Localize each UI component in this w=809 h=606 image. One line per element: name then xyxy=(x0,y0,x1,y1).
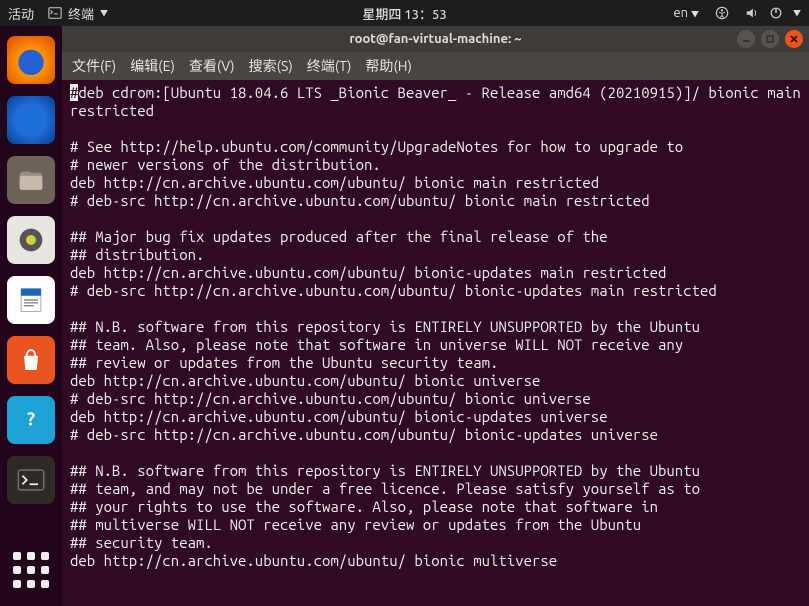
document-icon xyxy=(14,283,48,317)
terminal-window: root@fan-virtual-machine: ~ 文件(F) 编辑(E) … xyxy=(62,26,809,606)
maximize-button[interactable] xyxy=(761,30,779,48)
menu-terminal[interactable]: 终端(T) xyxy=(307,56,352,76)
accessibility-icon[interactable] xyxy=(715,6,729,20)
clock[interactable]: 星期四 13：53 xyxy=(362,4,446,23)
app-indicator[interactable]: 终端 ▼ xyxy=(48,4,108,23)
dock-files[interactable] xyxy=(7,156,55,204)
terminal-viewport[interactable]: #deb cdrom:[Ubuntu 18.04.6 LTS _Bionic B… xyxy=(62,80,809,606)
speaker-icon xyxy=(14,223,48,257)
dock-software[interactable] xyxy=(7,336,55,384)
menu-search[interactable]: 搜索(S) xyxy=(249,56,293,76)
app-indicator-label: 终端 xyxy=(68,4,94,23)
terminal-icon xyxy=(14,463,48,497)
dock-terminal[interactable] xyxy=(7,456,55,504)
window-titlebar[interactable]: root@fan-virtual-machine: ~ xyxy=(62,26,809,52)
files-icon xyxy=(14,163,48,197)
terminal-menubar: 文件(F) 编辑(E) 查看(V) 搜索(S) 终端(T) 帮助(H) xyxy=(62,52,809,80)
menu-file[interactable]: 文件(F) xyxy=(72,56,116,76)
minimize-button[interactable] xyxy=(737,30,755,48)
terminal-icon xyxy=(48,6,62,20)
window-title: root@fan-virtual-machine: ~ xyxy=(349,32,521,46)
svg-text:?: ? xyxy=(27,410,35,430)
help-icon: ? xyxy=(14,403,48,437)
dock-thunderbird[interactable] xyxy=(7,96,55,144)
gnome-topbar: 活动 终端 ▼ 星期四 13：53 en ▼ ▼ xyxy=(0,0,809,26)
chevron-down-icon: ▼ xyxy=(793,8,801,19)
system-menu[interactable]: ▼ xyxy=(745,6,801,20)
menu-view[interactable]: 查看(V) xyxy=(189,56,235,76)
dock-help[interactable]: ? xyxy=(7,396,55,444)
terminal-content: deb cdrom:[Ubuntu 18.04.6 LTS _Bionic Be… xyxy=(70,84,809,569)
activities-button[interactable]: 活动 xyxy=(8,4,34,23)
dock-writer[interactable] xyxy=(7,276,55,324)
menu-edit[interactable]: 编辑(E) xyxy=(130,56,175,76)
dock-firefox[interactable] xyxy=(7,36,55,84)
close-button[interactable] xyxy=(785,30,803,48)
menu-help[interactable]: 帮助(H) xyxy=(365,56,412,76)
show-applications-button[interactable] xyxy=(7,546,55,594)
dock: ? xyxy=(0,26,62,606)
chevron-down-icon: ▼ xyxy=(691,10,699,19)
power-icon xyxy=(769,6,783,20)
shopping-bag-icon xyxy=(14,343,48,377)
chevron-down-icon: ▼ xyxy=(100,8,108,19)
volume-icon xyxy=(745,6,759,20)
input-source-indicator[interactable]: en ▼ xyxy=(673,6,699,20)
dock-rhythmbox[interactable] xyxy=(7,216,55,264)
